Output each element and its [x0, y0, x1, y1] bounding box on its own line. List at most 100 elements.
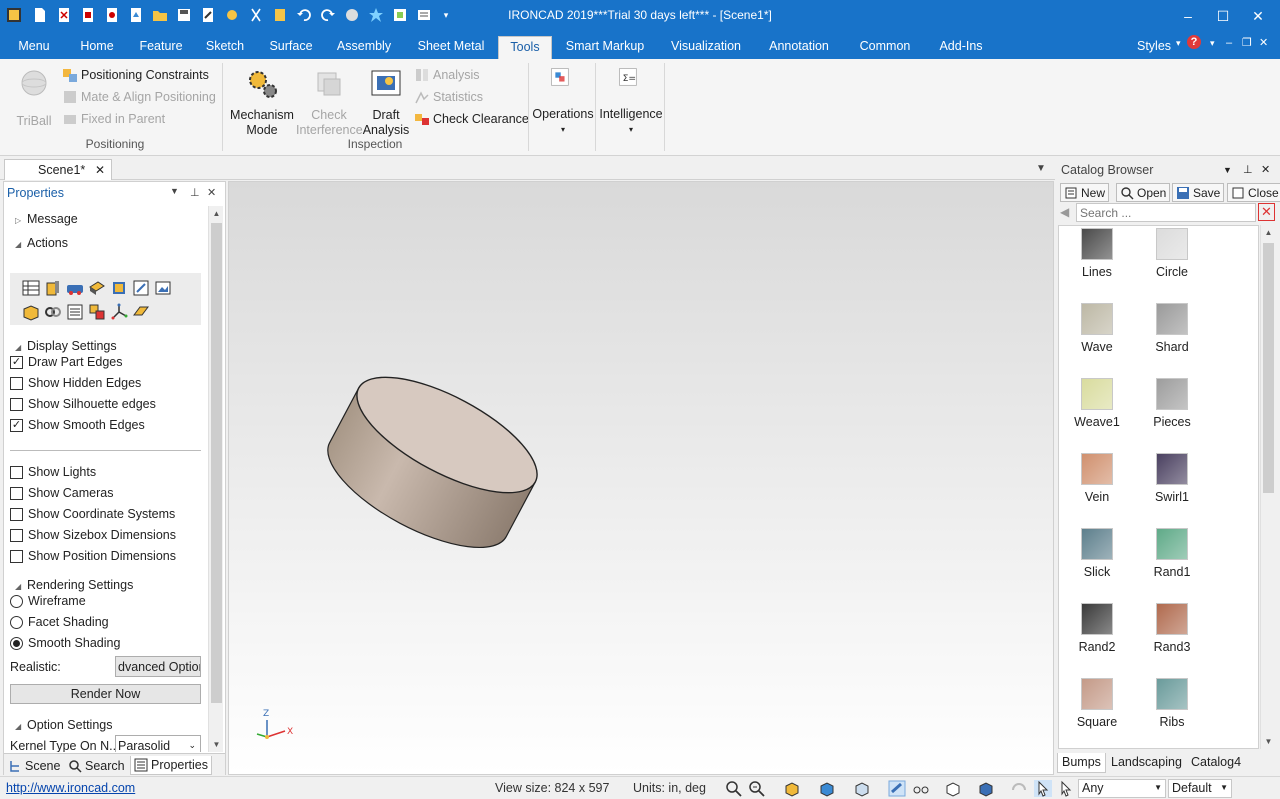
catalog-close-icon[interactable]: ✕ [1261, 163, 1270, 176]
tab-scene[interactable]: Scene [8, 756, 60, 775]
maximize-button[interactable]: ☐ [1208, 4, 1238, 28]
ribbon-close-icon[interactable]: ✕ [1259, 36, 1268, 49]
scroll-up-icon[interactable]: ▲ [1261, 225, 1276, 240]
triball-button[interactable]: TriBall [12, 67, 56, 129]
pin-icon[interactable]: ⊥ [190, 186, 200, 199]
mate-align-button[interactable]: Mate & Align Positioning [62, 87, 216, 107]
render-now-button[interactable]: Render Now [10, 684, 201, 704]
extrude-icon[interactable] [44, 279, 62, 297]
shading-icon[interactable] [888, 780, 906, 797]
operations-button[interactable]: Operations ▾ [532, 67, 594, 137]
tab-properties[interactable]: Properties [130, 756, 212, 775]
tab-home[interactable]: Home [72, 36, 122, 59]
tab-surface[interactable]: Surface [264, 36, 318, 59]
catalog-new-button[interactable]: New [1060, 183, 1110, 202]
ribbon-restore-icon[interactable]: ❐ [1242, 36, 1252, 49]
axes-icon[interactable] [110, 303, 128, 321]
scroll-thumb[interactable] [1263, 243, 1274, 493]
tab-add-ins[interactable]: Add-Ins [932, 36, 990, 59]
pointer-filter-icon[interactable] [1057, 780, 1075, 797]
catalog-tab-bumps[interactable]: Bumps [1057, 753, 1106, 773]
glasses-icon[interactable] [912, 780, 930, 797]
intelligence-button[interactable]: Σ= Intelligence ▾ [598, 67, 664, 137]
close-tab-icon[interactable]: ✕ [95, 163, 105, 177]
link-icon[interactable] [44, 303, 62, 321]
tab-assembly[interactable]: Assembly [332, 36, 396, 59]
catalog-search-input[interactable] [1076, 203, 1256, 222]
catalog-close-button[interactable]: Close [1227, 183, 1280, 202]
3d-viewport[interactable]: Z X [228, 181, 1054, 775]
statistics-button[interactable]: Statistics [414, 87, 483, 107]
catalog-item[interactable]: Slick [1062, 528, 1132, 579]
tab-menu[interactable]: Menu [10, 36, 58, 59]
close-button[interactable]: ✕ [1243, 4, 1273, 28]
minimize-button[interactable]: – [1173, 4, 1203, 28]
check-interference-button[interactable]: Check Interference [296, 67, 363, 138]
catalog-item[interactable]: Rand2 [1062, 603, 1132, 654]
tab-feature[interactable]: Feature [135, 36, 187, 59]
scroll-thumb[interactable] [211, 223, 222, 703]
show-silhouette-edges-checkbox[interactable]: Show Silhouette edges [10, 395, 156, 413]
assembly-icon[interactable] [88, 303, 106, 321]
catalog-item[interactable]: Square [1062, 678, 1132, 729]
website-link[interactable]: http://www.ironcad.com [6, 781, 135, 795]
smooth-shading-radio[interactable]: Smooth Shading [10, 634, 120, 652]
image-icon[interactable] [154, 279, 172, 297]
show-position-dimensions-checkbox[interactable]: Show Position Dimensions [10, 547, 176, 565]
catalog-item[interactable]: Rand1 [1137, 528, 1207, 579]
catalog-menu-icon[interactable]: ▼ [1223, 165, 1232, 175]
doc-tab-scene1[interactable]: Scene1* ✕ [4, 159, 112, 180]
document-list-dropdown-icon[interactable]: ▼ [1036, 163, 1046, 174]
clear-search-icon[interactable]: ✕ [1258, 203, 1275, 221]
style-select[interactable]: Default ▼ [1168, 779, 1232, 798]
catalog-item[interactable]: Weave1 [1062, 378, 1132, 429]
catalog-item[interactable]: Swirl1 [1137, 453, 1207, 504]
advanced-options-button[interactable]: dvanced Optior [115, 656, 201, 677]
camera-icon[interactable] [853, 780, 871, 797]
styles-dropdown-icon[interactable]: ▾ [1176, 38, 1181, 49]
panel-menu-icon[interactable]: ▼ [170, 186, 179, 196]
tab-smart-markup[interactable]: Smart Markup [560, 36, 650, 59]
panel-close-icon[interactable]: ✕ [207, 186, 216, 199]
bom-icon[interactable] [66, 303, 84, 321]
tab-sketch[interactable]: Sketch [200, 36, 250, 59]
view-orient-icon[interactable] [783, 780, 801, 797]
box-part-icon[interactable] [22, 303, 40, 321]
show-coordinate-systems-checkbox[interactable]: Show Coordinate Systems [10, 505, 175, 523]
tab-common[interactable]: Common [851, 36, 919, 59]
selection-filter-select[interactable]: Any ▼ [1078, 779, 1166, 798]
ribbon-minimize-icon[interactable]: – [1226, 37, 1232, 49]
catalog-save-button[interactable]: Save [1172, 183, 1225, 202]
table-icon[interactable] [22, 279, 40, 297]
catalog-item[interactable]: Shard [1137, 303, 1207, 354]
scroll-down-icon[interactable]: ▼ [209, 737, 224, 752]
select-pointer-icon[interactable] [1034, 780, 1052, 797]
zoom-window-icon[interactable] [748, 780, 766, 797]
draft-analysis-button[interactable]: Draft Analysis [362, 67, 410, 138]
catalog-tab-landscaping[interactable]: Landscaping [1107, 753, 1186, 773]
catalog-tab-catalog4[interactable]: Catalog4 [1187, 753, 1245, 773]
wireframe-radio[interactable]: Wireframe [10, 592, 86, 610]
back-arrow-icon[interactable]: ◀ [1060, 205, 1069, 219]
catalog-item[interactable]: Vein [1062, 453, 1132, 504]
sheet-metal-icon[interactable] [132, 303, 150, 321]
edit-properties-icon[interactable] [132, 279, 150, 297]
zoom-icon[interactable] [725, 780, 743, 797]
section-display-settings[interactable]: ◢ Display Settings [15, 339, 117, 353]
section-rendering-settings[interactable]: ◢ Rendering Settings [15, 578, 133, 592]
facet-shading-radio[interactable]: Facet Shading [10, 613, 109, 631]
check-clearance-button[interactable]: Check Clearance [414, 109, 529, 129]
tab-annotation[interactable]: Annotation [762, 36, 836, 59]
part-color-icon[interactable] [110, 279, 128, 297]
section-option-settings[interactable]: ◢ Option Settings [15, 718, 112, 732]
section-actions[interactable]: ◢ Actions [15, 236, 68, 250]
section-view-icon[interactable] [944, 780, 962, 797]
show-smooth-edges-checkbox[interactable]: ✓ Show Smooth Edges [10, 416, 145, 434]
section-message[interactable]: ▷ Message [15, 212, 78, 226]
help-dropdown-icon[interactable]: ▾ [1210, 38, 1215, 49]
catalog-item[interactable]: Circle [1137, 228, 1207, 279]
catalog-scrollbar[interactable]: ▲ ▼ [1260, 225, 1275, 749]
show-cameras-checkbox[interactable]: Show Cameras [10, 484, 113, 502]
styles-menu[interactable]: Styles [1137, 39, 1171, 53]
show-hidden-edges-checkbox[interactable]: Show Hidden Edges [10, 374, 141, 392]
